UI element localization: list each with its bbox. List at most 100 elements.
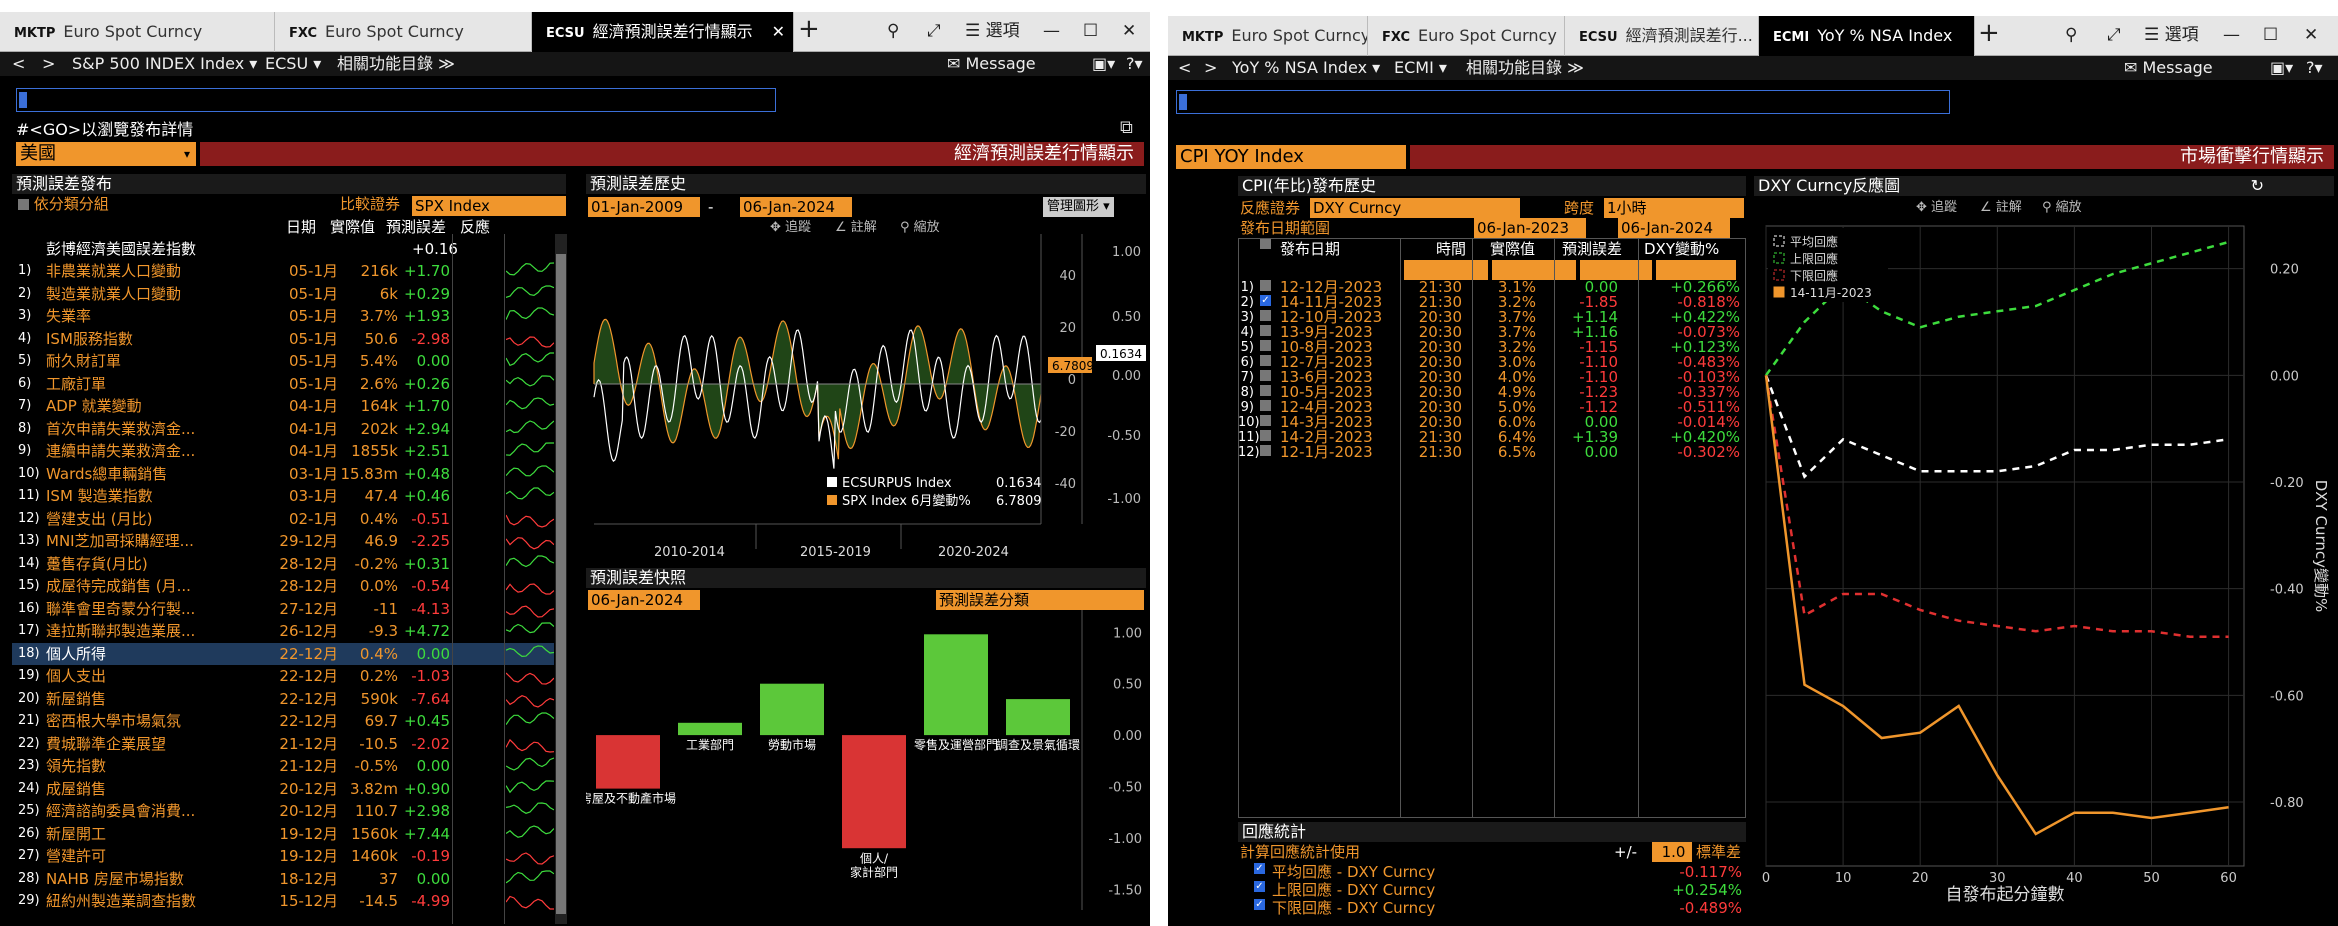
tab-mktp[interactable]: MKTP Euro Spot Curncy xyxy=(0,12,275,52)
snapshot-bar[interactable] xyxy=(924,634,988,736)
command-input[interactable] xyxy=(16,88,776,112)
minimize-button[interactable]: — xyxy=(2223,16,2240,56)
new-tab-button[interactable]: + xyxy=(798,14,820,44)
security-dropdown[interactable]: S&P 500 INDEX Index ▾ xyxy=(72,52,257,76)
release-row[interactable]: 18) 個人所得 22-12月 0.4% 0.00 xyxy=(12,642,554,665)
forward-icon[interactable]: > xyxy=(42,52,55,76)
refresh-icon[interactable]: ↻ xyxy=(2251,176,2264,196)
release-row[interactable]: 3) 失業率 05-1月 3.7% +1.93 xyxy=(12,305,554,328)
close-tab-icon[interactable]: ✕ xyxy=(772,12,785,52)
release-row[interactable]: 16) 聯準會里奇蒙分行製... 27-12月 -11 -4.13 xyxy=(12,598,554,621)
stat-row[interactable]: ✓ 上限回應 - DXY Curncy +0.254% xyxy=(1254,881,1746,899)
expand-icon[interactable]: ⤢ xyxy=(927,12,941,52)
release-row[interactable]: 7) ADP 就業變動 04-1月 164k +1.70 xyxy=(12,395,554,418)
release-row[interactable]: 14) 躉售存貨(月比) 28-12月 -0.2% +0.31 xyxy=(12,553,554,576)
message-button[interactable]: ✉ Message xyxy=(2124,56,2213,80)
release-row[interactable]: 5) 耐久財訂單 05-1月 5.4% 0.00 xyxy=(12,350,554,373)
release-row[interactable]: 12) 營建支出 (月比) 02-1月 0.4% -0.51 xyxy=(12,508,554,531)
stat-row[interactable]: ✓ 平均回應 - DXY Curncy -0.117% xyxy=(1254,863,1746,881)
snapshot-category-dropdown[interactable]: 預測誤差分類 xyxy=(936,590,1144,610)
options-menu[interactable]: ☰ 選項 xyxy=(965,12,1020,52)
release-scrollbar[interactable] xyxy=(555,234,567,924)
reaction-sparkline xyxy=(506,352,554,367)
tab-fxc[interactable]: FXC Euro Spot Curncy xyxy=(1368,16,1565,56)
stdev-input[interactable]: 1.0 xyxy=(1652,842,1692,862)
release-row[interactable]: 6) 工廠訂單 05-1月 2.6% +0.26 xyxy=(12,373,554,396)
maximize-button[interactable]: ☐ xyxy=(2263,16,2278,56)
snapshot-bar[interactable] xyxy=(678,722,742,736)
release-row[interactable]: 2) 製造業就業人口變動 05-1月 6k +0.29 xyxy=(12,283,554,306)
compare-security-field[interactable]: SPX Index xyxy=(412,196,566,216)
reaction-y-tick: 0.20 xyxy=(2270,263,2299,278)
reaction-security-field[interactable]: DXY Curncy xyxy=(1310,198,1520,218)
function-dropdown[interactable]: ECSU ▾ xyxy=(265,52,321,76)
release-row[interactable]: 10) Wards總車輛銷售 03-1月 15.83m +0.48 xyxy=(12,463,554,486)
snapshot-bar[interactable] xyxy=(1006,699,1070,736)
back-icon[interactable]: < xyxy=(1178,56,1191,80)
security-dropdown[interactable]: YoY % NSA Index ▾ xyxy=(1232,56,1380,80)
release-row[interactable]: 19) 個人支出 22-12月 0.2% -1.03 xyxy=(12,665,554,688)
options-menu[interactable]: ☰ 選項 xyxy=(2144,16,2199,56)
release-row[interactable]: 11) ISM 製造業指數 03-1月 47.4 +0.46 xyxy=(12,485,554,508)
function-dropdown[interactable]: ECMI ▾ xyxy=(1394,56,1447,80)
tab-mktp[interactable]: MKTP Euro Spot Curncy xyxy=(1168,16,1368,56)
release-row[interactable]: 26) 新屋開工 19-12月 1560k +7.44 xyxy=(12,823,554,846)
tab-ecmi[interactable]: ECMI YoY % NSA Index xyxy=(1759,16,1975,56)
search-icon[interactable]: ⚲ xyxy=(887,12,899,52)
maximize-button[interactable]: ☐ xyxy=(1083,12,1098,52)
new-tab-button[interactable]: + xyxy=(1978,18,2000,48)
close-button[interactable]: ✕ xyxy=(1122,12,1136,52)
tab-fxc[interactable]: FXC Euro Spot Curncy xyxy=(275,12,532,52)
release-row[interactable]: 8) 首次申請失業救濟金... 04-1月 202k +2.94 xyxy=(12,418,554,441)
snapshot-date[interactable]: 06-Jan-2024 xyxy=(588,590,700,610)
message-button[interactable]: ✉ Message xyxy=(947,52,1036,76)
release-row[interactable]: 13) MNI芝加哥採購經理... 29-12月 46.9 -2.25 xyxy=(12,530,554,553)
snapshot-bar[interactable] xyxy=(760,683,824,736)
release-row[interactable]: 20) 新屋銷售 22-12月 590k -7.64 xyxy=(12,688,554,711)
release-row[interactable]: 1) 非農業就業人口變動 05-1月 216k +1.70 xyxy=(12,260,554,283)
related-functions-menu[interactable]: 相關功能目錄 ≫ xyxy=(1466,56,1584,80)
cpi-release-row[interactable]: 12) 12-1月-2023 21:30 6.5% 0.00 -0.302% xyxy=(1238,445,1746,461)
span-dropdown[interactable]: 1小時 xyxy=(1604,198,1744,218)
help-icon[interactable]: ?▾ xyxy=(2306,56,2323,80)
release-row[interactable]: 23) 領先指數 21-12月 -0.5% 0.00 xyxy=(12,755,554,778)
popout-icon[interactable]: ⧉ xyxy=(1120,116,1133,140)
release-row[interactable]: 28) NAHB 房屋市場指數 18-12月 37 0.00 xyxy=(12,868,554,891)
tab-ecsu[interactable]: ECSU 經濟預測誤差行... xyxy=(1565,16,1759,56)
tools-icon[interactable]: ▣▾ xyxy=(2270,56,2293,80)
command-input[interactable] xyxy=(1176,90,1950,114)
range-end-date[interactable]: 06-Jan-2024 xyxy=(1618,218,1730,238)
country-dropdown[interactable]: 美國 ▾ xyxy=(16,142,196,166)
close-button[interactable]: ✕ xyxy=(2304,16,2318,56)
stat-row[interactable]: ✓ 下限回應 - DXY Curncy -0.489% xyxy=(1254,899,1746,917)
snapshot-bar[interactable] xyxy=(842,735,906,849)
related-functions-menu[interactable]: 相關功能目錄 ≫ xyxy=(337,52,455,76)
tools-icon[interactable]: ▣▾ xyxy=(1092,52,1115,76)
tab-ecsu[interactable]: ECSU 經濟預測誤差行情顯示 ✕ xyxy=(532,12,794,52)
search-icon[interactable]: ⚲ xyxy=(2065,16,2077,56)
release-actual: -11 xyxy=(373,599,399,618)
release-row[interactable]: 24) 成屋銷售 20-12月 3.82m +0.90 xyxy=(12,778,554,801)
release-row[interactable]: 4) ISM服務指數 05-1月 50.6 -2.98 xyxy=(12,328,554,351)
history-end-date[interactable]: 06-Jan-2024 xyxy=(740,197,852,217)
release-row[interactable]: 17) 達拉斯聯邦製造業展... 26-12月 -9.3 +4.72 xyxy=(12,620,554,643)
release-row[interactable]: 21) 密西根大學市場氣氛 22-12月 69.7 +0.45 xyxy=(12,710,554,733)
release-row[interactable]: 9) 連續申請失業救濟金... 04-1月 1855k +2.51 xyxy=(12,440,554,463)
release-row[interactable]: 25) 經濟諮詢委員會消費... 20-12月 110.7 +2.98 xyxy=(12,800,554,823)
release-row[interactable]: 15) 成屋待完成銷售 (月... 28-12月 0.0% -0.54 xyxy=(12,575,554,598)
range-start-date[interactable]: 06-Jan-2023 xyxy=(1474,218,1586,238)
index-row[interactable]: 彭博經濟美國誤差指數 +0.16 xyxy=(12,238,568,261)
snapshot-bar[interactable] xyxy=(596,735,660,789)
back-icon[interactable]: < xyxy=(12,52,25,76)
forward-icon[interactable]: > xyxy=(1204,56,1217,80)
release-row[interactable]: 22) 費城聯準企業展望 21-12月 -10.5 -2.02 xyxy=(12,733,554,756)
release-row[interactable]: 29) 紐約州製造業調查指數 15-12月 -14.5 -4.99 xyxy=(12,890,554,913)
minimize-button[interactable]: — xyxy=(1043,12,1060,52)
group-by-toggle[interactable]: 依分類分組 xyxy=(18,194,109,214)
manage-chart-button[interactable]: 管理圖形 ▾ xyxy=(1043,197,1114,217)
release-row[interactable]: 27) 營建許可 19-12月 1460k -0.19 xyxy=(12,845,554,868)
expand-icon[interactable]: ⤢ xyxy=(2107,16,2121,56)
history-start-date[interactable]: 01-Jan-2009 xyxy=(588,197,700,217)
help-icon[interactable]: ?▾ xyxy=(1126,52,1143,76)
stats-use-label: 計算回應統計使用 xyxy=(1240,843,1361,861)
